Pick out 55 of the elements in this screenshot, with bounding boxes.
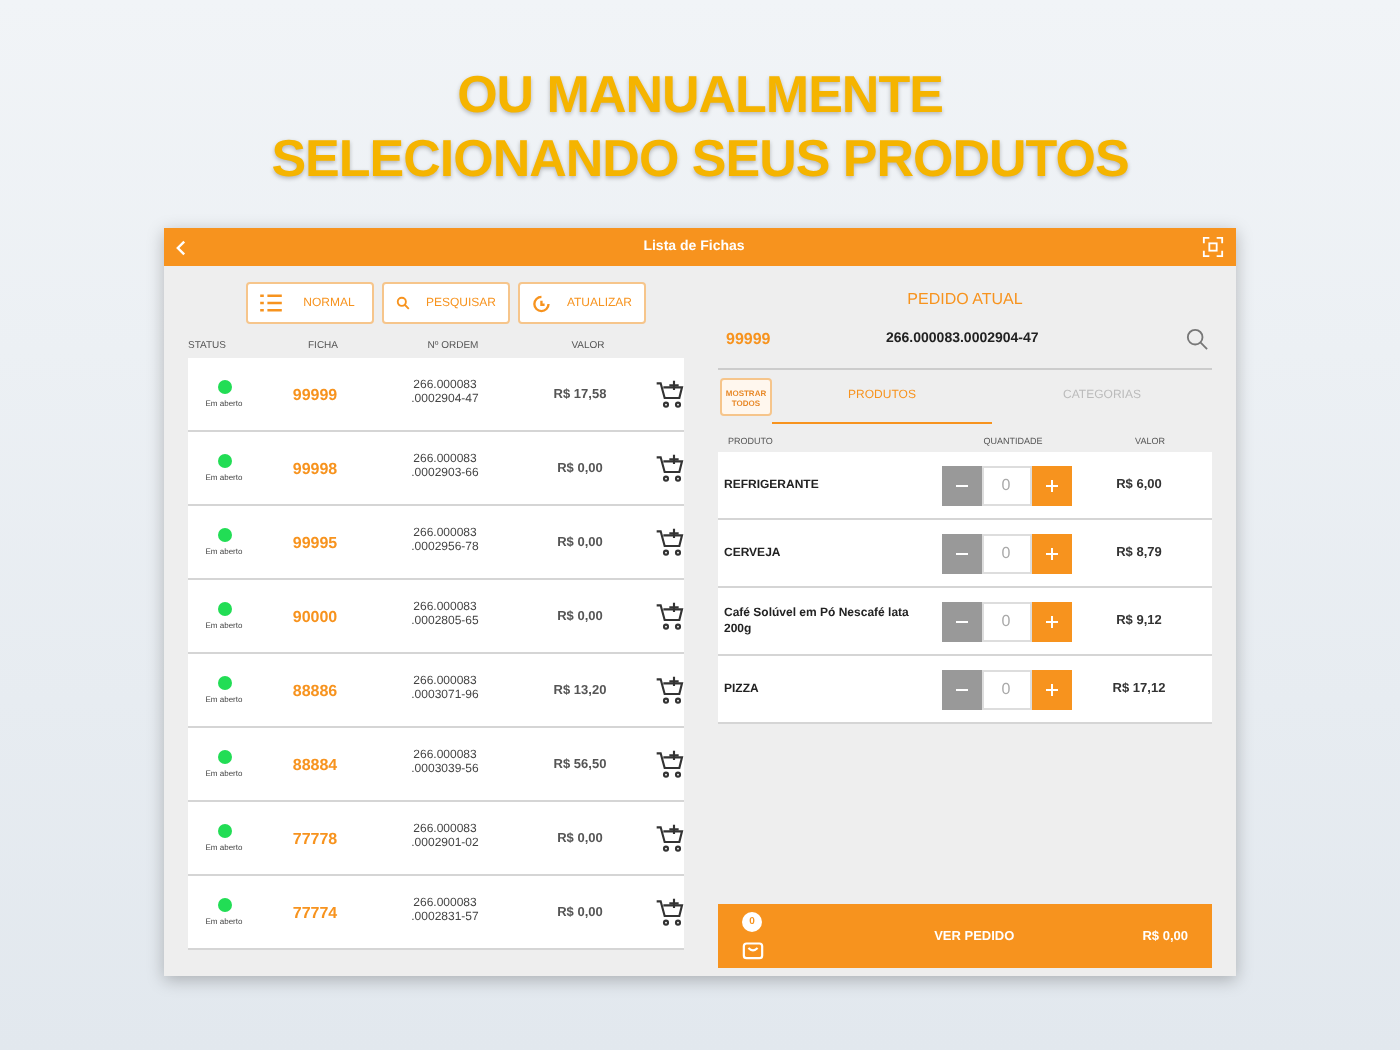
ficha-number[interactable]: 99995 bbox=[260, 533, 370, 551]
ficha-number[interactable]: 77778 bbox=[260, 829, 370, 847]
plus-button[interactable] bbox=[1031, 669, 1071, 709]
refresh-icon bbox=[532, 293, 551, 313]
plus-button[interactable] bbox=[1031, 601, 1071, 641]
search-icon[interactable] bbox=[1186, 328, 1208, 350]
plus-icon bbox=[1045, 479, 1057, 491]
status-dot bbox=[217, 380, 231, 394]
quantity-field[interactable]: 0 bbox=[981, 669, 1031, 709]
plus-button[interactable] bbox=[1031, 465, 1071, 505]
cart-add-icon[interactable] bbox=[654, 822, 686, 854]
back-icon[interactable] bbox=[176, 239, 186, 255]
cart-add-icon[interactable] bbox=[654, 600, 686, 632]
ficha-number[interactable]: 99999 bbox=[260, 385, 370, 403]
status-dot bbox=[217, 750, 231, 764]
status-dot bbox=[217, 676, 231, 690]
headline: OU MANUALMENTE bbox=[457, 64, 943, 124]
cart-add-icon[interactable] bbox=[654, 748, 686, 780]
status-dot bbox=[217, 528, 231, 542]
status-dot bbox=[217, 824, 231, 838]
minus-button[interactable] bbox=[941, 669, 981, 709]
scan-icon[interactable] bbox=[1201, 236, 1224, 258]
minus-button[interactable] bbox=[941, 465, 981, 505]
status-dot bbox=[217, 898, 231, 912]
quantity-field[interactable]: 0 bbox=[981, 601, 1031, 641]
status-dot bbox=[217, 602, 231, 616]
cart-add-icon[interactable] bbox=[654, 526, 686, 558]
ficha-number[interactable]: 88886 bbox=[260, 681, 370, 699]
cart-add-icon[interactable] bbox=[654, 378, 686, 410]
section-title: PEDIDO ATUAL bbox=[905, 290, 1025, 308]
plus-button[interactable] bbox=[1031, 533, 1071, 573]
bag-icon bbox=[742, 938, 764, 960]
search-icon bbox=[396, 294, 410, 312]
ficha-number[interactable]: 90000 bbox=[260, 607, 370, 625]
minus-icon bbox=[955, 547, 967, 559]
plus-icon bbox=[1045, 683, 1057, 695]
cart-add-icon[interactable] bbox=[654, 896, 686, 928]
minus-button[interactable] bbox=[941, 533, 981, 573]
minus-icon bbox=[955, 615, 967, 627]
quantity-field[interactable]: 0 bbox=[981, 465, 1031, 505]
quantity-field[interactable]: 0 bbox=[981, 533, 1031, 573]
current-ficha: 99999 bbox=[726, 330, 773, 348]
ficha-number[interactable]: 88884 bbox=[260, 755, 370, 773]
plus-icon bbox=[1045, 547, 1057, 559]
ficha-number[interactable]: 99998 bbox=[260, 459, 370, 477]
status-dot bbox=[217, 454, 231, 468]
cart-add-icon[interactable] bbox=[654, 452, 686, 484]
minus-button[interactable] bbox=[941, 601, 981, 641]
ficha-number[interactable]: 77774 bbox=[260, 903, 370, 921]
cart-add-icon[interactable] bbox=[654, 674, 686, 706]
headline: SELECIONANDO SEUS PRODUTOS bbox=[271, 128, 1129, 188]
list-icon bbox=[260, 294, 282, 312]
plus-icon bbox=[1045, 615, 1057, 627]
minus-icon bbox=[955, 683, 967, 695]
minus-icon bbox=[955, 479, 967, 491]
